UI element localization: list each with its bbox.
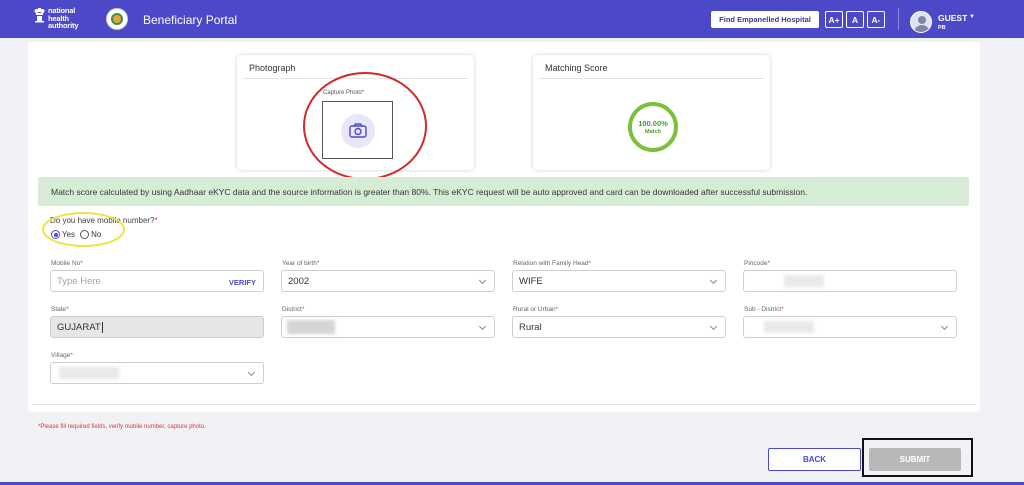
photograph-title: Photograph xyxy=(249,63,296,73)
user-state: PB xyxy=(938,25,946,31)
mobile-placeholder: Type Here xyxy=(57,275,101,287)
chevron-down-icon xyxy=(478,322,487,331)
font-normal-button[interactable]: A xyxy=(846,11,864,28)
district-label: District* xyxy=(282,306,305,313)
national-emblem-icon xyxy=(34,8,45,23)
font-increase-button[interactable]: A+ xyxy=(825,11,843,28)
user-avatar[interactable] xyxy=(910,11,932,33)
portal-title: Beneficiary Portal xyxy=(143,13,238,27)
redacted-value xyxy=(287,320,335,334)
redacted-value xyxy=(784,275,824,287)
year-of-birth-select[interactable]: 2002 xyxy=(281,270,495,292)
year-of-birth-value: 2002 xyxy=(288,275,310,287)
verify-button[interactable]: VERIFY xyxy=(229,278,256,287)
matching-score-panel: Matching Score 100.00% Match xyxy=(533,55,770,170)
form-divider xyxy=(32,404,976,405)
matching-score-title: Matching Score xyxy=(545,63,608,73)
mobile-input[interactable]: Type Here VERIFY xyxy=(50,270,264,292)
font-decrease-button[interactable]: A- xyxy=(867,11,885,28)
state-value: GUJARAT xyxy=(57,321,101,333)
user-name[interactable]: GUEST xyxy=(938,13,967,23)
back-button[interactable]: BACK xyxy=(768,448,861,471)
chevron-down-icon xyxy=(940,322,949,331)
score-value: 100.00% xyxy=(638,119,668,128)
rural-urban-value: Rural xyxy=(519,321,542,333)
sub-district-select[interactable] xyxy=(743,316,957,338)
sub-district-label: Sub - District* xyxy=(744,306,784,313)
state-input: GUJARAT xyxy=(50,316,264,338)
chevron-down-icon[interactable]: ▼ xyxy=(969,14,975,20)
nha-logo[interactable]: national health authority xyxy=(34,7,78,30)
form-card xyxy=(28,42,980,412)
relation-label: Relation with Family Head* xyxy=(513,260,592,267)
pincode-input[interactable] xyxy=(743,270,957,292)
redacted-value xyxy=(59,367,119,379)
redacted-value xyxy=(764,321,814,333)
panel-divider xyxy=(539,78,764,79)
relation-value: WIFE xyxy=(519,275,543,287)
village-label: Village* xyxy=(51,352,73,359)
relation-select[interactable]: WIFE xyxy=(512,270,726,292)
rural-urban-select[interactable]: Rural xyxy=(512,316,726,338)
ekyc-alert: Match score calculated by using Aadhaar … xyxy=(38,177,969,206)
nha-wordmark: national health authority xyxy=(48,6,79,30)
highlight-circle-red xyxy=(303,72,427,180)
required-fields-note: *Please fill required fields, verify mob… xyxy=(38,424,206,430)
highlight-circle-yellow xyxy=(42,212,125,247)
pmjay-logo xyxy=(106,8,128,30)
chevron-down-icon xyxy=(478,276,487,285)
score-gauge: 100.00% Match xyxy=(628,102,678,152)
state-label: State* xyxy=(51,306,69,313)
chevron-down-icon xyxy=(709,322,718,331)
pincode-label: Pincode* xyxy=(744,260,771,267)
submit-button[interactable]: SUBMIT xyxy=(869,448,961,471)
chevron-down-icon xyxy=(709,276,718,285)
year-of-birth-label: Year of birth* xyxy=(282,260,320,267)
text-cursor xyxy=(101,321,103,333)
top-navbar: national health authority Beneficiary Po… xyxy=(0,0,1024,38)
chevron-down-icon xyxy=(247,368,256,377)
score-subtitle: Match xyxy=(645,129,661,135)
find-empanelled-hospital-button[interactable]: Find Empanelled Hospital xyxy=(711,11,819,28)
district-select[interactable] xyxy=(281,316,495,338)
mobile-label: Mobile No* xyxy=(51,260,83,267)
village-select[interactable] xyxy=(50,362,264,384)
header-divider xyxy=(898,8,899,30)
rural-urban-label: Rural or Urban* xyxy=(513,306,559,313)
